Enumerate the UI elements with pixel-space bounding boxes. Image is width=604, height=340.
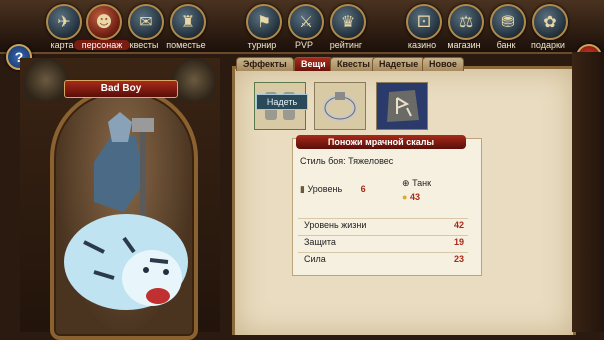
level-label: Уровень — [307, 184, 343, 194]
level-value: 6 — [360, 184, 366, 194]
nav-item-estate[interactable]: ♜ поместье — [160, 0, 212, 52]
character-name: Bad Boy — [64, 80, 178, 98]
shop-icon: ⚖ — [448, 4, 484, 40]
nav-label: поместье — [166, 40, 206, 50]
warrior-on-tiger-image — [64, 112, 188, 310]
coin-icon: ● — [402, 192, 408, 202]
tournament-icon: ⚑ — [246, 4, 282, 40]
tab-quests[interactable]: Квесты — [330, 57, 377, 71]
tab-equipped[interactable]: Надетые — [372, 57, 426, 71]
price-value: 43 — [409, 192, 420, 202]
ring-icon — [322, 92, 358, 122]
casino-icon: ⚀ — [406, 4, 442, 40]
item-class: ⊕ Танк — [402, 178, 431, 189]
tank-icon: ⊕ — [402, 179, 410, 189]
signal-icon: ▮ — [300, 185, 305, 195]
character-frame — [20, 58, 220, 340]
rating-icon: ♛ — [330, 4, 366, 40]
top-nav: ✈ карта ☻ персонаж ✉ квесты ♜ поместье ⚑… — [0, 0, 604, 54]
bank-icon: ⛃ — [490, 4, 526, 40]
equip-button[interactable]: Надеть — [256, 94, 308, 110]
fight-style: Стиль боя: Тяжеловес — [300, 156, 394, 166]
stat-value: 23 — [453, 254, 464, 264]
pvp-icon: ⚔ — [288, 4, 324, 40]
class-label: Танк — [412, 178, 432, 188]
tab-items[interactable]: Вещи — [294, 57, 333, 71]
stat-row: Сила 23 — [298, 252, 468, 266]
item-price: ● 43 — [402, 192, 420, 202]
inventory-slot[interactable] — [314, 82, 366, 130]
stat-row: Защита 19 — [298, 235, 468, 249]
item-level: ▮ Уровень 6 — [300, 184, 366, 195]
panel-border-right — [572, 52, 604, 332]
tab-new[interactable]: Новое — [422, 57, 464, 71]
dragon-ornament-right — [172, 58, 216, 102]
nav-label: подарки — [531, 40, 565, 50]
stat-label: Защита — [304, 237, 336, 247]
gifts-icon: ✿ — [532, 4, 568, 40]
nav-item-gifts[interactable]: ✿ подарки — [522, 0, 574, 52]
dragon-ornament-left — [24, 58, 68, 102]
tab-effects[interactable]: Эффекты — [236, 57, 294, 71]
stat-label: Сила — [304, 254, 326, 264]
stat-value: 42 — [453, 220, 464, 230]
estate-icon: ♜ — [170, 4, 206, 40]
rune-stone-icon — [387, 90, 419, 122]
quests-icon: ✉ — [128, 4, 164, 40]
inventory-slot[interactable] — [376, 82, 428, 130]
character-portrait — [50, 88, 198, 340]
nav-item-rating[interactable]: ♛ рейтинг — [320, 0, 372, 52]
stat-value: 19 — [453, 237, 464, 247]
item-title: Поножи мрачной скалы — [296, 135, 466, 149]
nav-label: рейтинг — [329, 40, 363, 50]
stat-label: Уровень жизни — [304, 220, 367, 230]
character-icon: ☻ — [86, 4, 122, 40]
stat-row: Уровень жизни 42 — [298, 218, 468, 232]
